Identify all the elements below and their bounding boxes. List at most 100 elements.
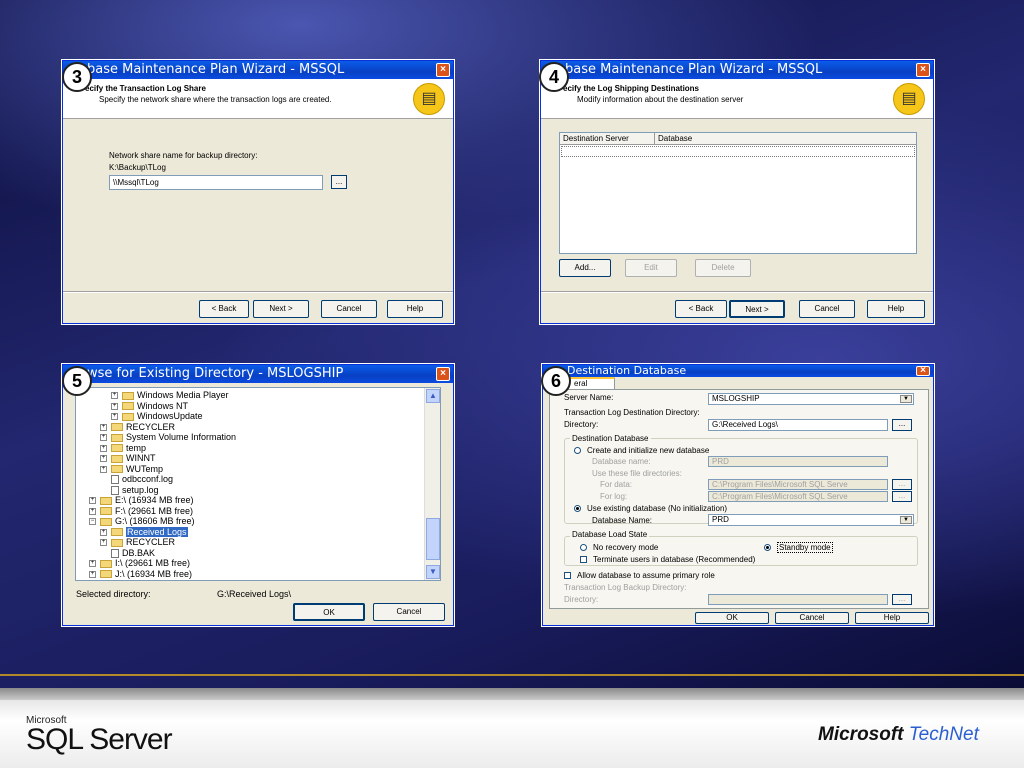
- cancel-button[interactable]: Cancel: [321, 300, 377, 318]
- tree-item[interactable]: DB.BAK: [100, 548, 155, 559]
- help-button[interactable]: Help: [387, 300, 443, 318]
- cancel-button[interactable]: Cancel: [373, 603, 445, 621]
- no-recovery-radio-dot[interactable]: [580, 544, 587, 552]
- tree-item-label: Received Logs: [126, 526, 188, 537]
- expand-icon[interactable]: +: [111, 402, 118, 410]
- tree-item[interactable]: + F:\ (29661 MB free): [89, 506, 193, 517]
- column-header-destination-server[interactable]: Destination Server: [563, 134, 629, 143]
- collapse-icon[interactable]: −: [89, 518, 96, 526]
- footer-separator: [541, 291, 933, 293]
- help-button[interactable]: Help: [855, 612, 929, 624]
- expand-icon[interactable]: +: [89, 507, 96, 515]
- edit-button[interactable]: Edit: [625, 259, 677, 277]
- for-data-input[interactable]: C:\Program Files\Microsoft SQL Serve: [708, 479, 888, 490]
- allow-primary-box[interactable]: [564, 572, 571, 580]
- for-log-input[interactable]: C:\Program Files\Microsoft SQL Serve: [708, 491, 888, 502]
- browse-button[interactable]: ...: [331, 175, 347, 189]
- list-empty-row[interactable]: [561, 146, 915, 157]
- standby-radio-dot[interactable]: [764, 544, 771, 552]
- tree-item[interactable]: − G:\ (18606 MB free): [89, 516, 195, 527]
- db-name-disabled-input[interactable]: PRD: [708, 456, 888, 467]
- back-button[interactable]: < Back: [675, 300, 727, 318]
- for-log-browse-button[interactable]: ...: [892, 491, 912, 502]
- ok-button[interactable]: OK: [293, 603, 365, 621]
- expand-icon[interactable]: +: [100, 465, 107, 473]
- tree-item[interactable]: setup.log: [100, 485, 159, 496]
- directory-tree[interactable]: + Windows Media Player + Windows NT + Windows…: [75, 387, 441, 581]
- close-button[interactable]: ×: [436, 367, 450, 381]
- tree-item[interactable]: + RECYCLER: [100, 537, 175, 548]
- scroll-thumb[interactable]: [426, 518, 440, 560]
- delete-button[interactable]: Delete: [695, 259, 751, 277]
- cancel-button[interactable]: Cancel: [799, 300, 855, 318]
- tree-item[interactable]: + WindowsUpdate: [111, 411, 203, 422]
- expand-icon[interactable]: +: [100, 423, 107, 431]
- tree-item[interactable]: + I:\ (29661 MB free): [89, 558, 190, 569]
- cancel-button[interactable]: Cancel: [775, 612, 849, 624]
- scroll-up-icon[interactable]: ▲: [426, 389, 440, 403]
- wizard-header: ecify the Log Shipping Destinations Modi…: [541, 79, 933, 119]
- folder-icon: [100, 517, 112, 526]
- db-name-dropdown[interactable]: PRD ▼: [708, 514, 914, 526]
- expand-icon[interactable]: +: [89, 560, 96, 568]
- close-button[interactable]: ×: [436, 63, 450, 77]
- use-existing-radio-dot[interactable]: [574, 505, 581, 513]
- use-existing-radio[interactable]: Use existing database (No initialization…: [574, 504, 727, 513]
- create-new-label: Create and initialize new database: [587, 446, 710, 455]
- scroll-down-icon[interactable]: ▼: [426, 565, 440, 579]
- terminate-users-box[interactable]: [580, 556, 587, 564]
- for-data-browse-button[interactable]: ...: [892, 479, 912, 490]
- tree-item[interactable]: + Windows NT: [111, 401, 188, 412]
- help-button[interactable]: Help: [867, 300, 925, 318]
- directory-browse-button[interactable]: ...: [892, 419, 912, 431]
- close-button[interactable]: ×: [916, 63, 930, 77]
- expand-icon[interactable]: +: [100, 539, 107, 547]
- directory-label: Directory:: [564, 420, 599, 429]
- tree-item[interactable]: + temp: [100, 443, 146, 454]
- tree-item[interactable]: + RECYCLER: [100, 422, 175, 433]
- terminate-users-label: Terminate users in database (Recommended…: [593, 555, 756, 564]
- tree-item[interactable]: + Received Logs: [100, 526, 188, 538]
- folder-icon: [111, 538, 123, 547]
- close-button[interactable]: ×: [916, 366, 930, 376]
- next-button[interactable]: Next >: [253, 300, 309, 318]
- tree-item[interactable]: + J:\ (16934 MB free): [89, 569, 192, 580]
- no-recovery-radio[interactable]: No recovery mode: [580, 543, 658, 552]
- expand-icon[interactable]: +: [89, 570, 96, 578]
- expand-icon[interactable]: +: [100, 444, 107, 452]
- expand-icon[interactable]: +: [100, 455, 107, 463]
- ok-button[interactable]: OK: [695, 612, 769, 624]
- vertical-scrollbar[interactable]: ▲ ▼: [424, 388, 440, 580]
- create-new-radio[interactable]: Create and initialize new database: [574, 446, 709, 455]
- tree-item[interactable]: + WUTemp: [100, 464, 163, 475]
- tree-item[interactable]: odbcconf.log: [100, 474, 173, 485]
- backup-directory-browse-button[interactable]: ...: [892, 594, 912, 605]
- allow-primary-checkbox[interactable]: Allow database to assume primary role: [564, 571, 715, 580]
- expand-icon[interactable]: +: [100, 434, 107, 442]
- tree-item[interactable]: + WINNT: [100, 453, 156, 464]
- terminate-users-checkbox[interactable]: Terminate users in database (Recommended…: [580, 555, 755, 564]
- header-title: ecify the Transaction Log Share: [85, 84, 206, 93]
- folder-icon: [111, 528, 123, 537]
- backup-directory-input[interactable]: [708, 594, 888, 605]
- tree-item-label: WUTemp: [126, 463, 164, 474]
- directory-input[interactable]: G:\Received Logs\: [708, 419, 888, 431]
- list-header: Destination Server Database: [560, 133, 916, 145]
- expand-icon[interactable]: +: [111, 392, 118, 400]
- next-button[interactable]: Next >: [729, 300, 785, 318]
- column-header-database[interactable]: Database: [658, 134, 692, 143]
- tree-item[interactable]: + E:\ (16934 MB free): [89, 495, 194, 506]
- tree-item[interactable]: + Windows Media Player: [111, 390, 229, 401]
- create-new-radio-dot[interactable]: [574, 447, 581, 455]
- standby-radio[interactable]: Standby mode: [764, 542, 833, 553]
- expand-icon[interactable]: +: [89, 497, 96, 505]
- wizard-dialog-log-shipping-destinations: base Maintenance Plan Wizard - MSSQL × e…: [540, 60, 934, 324]
- expand-icon[interactable]: +: [111, 413, 118, 421]
- share-name-input[interactable]: \\Mssql\TLog: [109, 175, 323, 190]
- destinations-list[interactable]: Destination Server Database: [559, 132, 917, 254]
- server-name-dropdown[interactable]: MSLOGSHIP ▼: [708, 393, 914, 405]
- add-button[interactable]: Add...: [559, 259, 611, 277]
- back-button[interactable]: < Back: [199, 300, 249, 318]
- expand-icon[interactable]: +: [100, 528, 107, 536]
- tree-item[interactable]: + System Volume Information: [100, 432, 236, 443]
